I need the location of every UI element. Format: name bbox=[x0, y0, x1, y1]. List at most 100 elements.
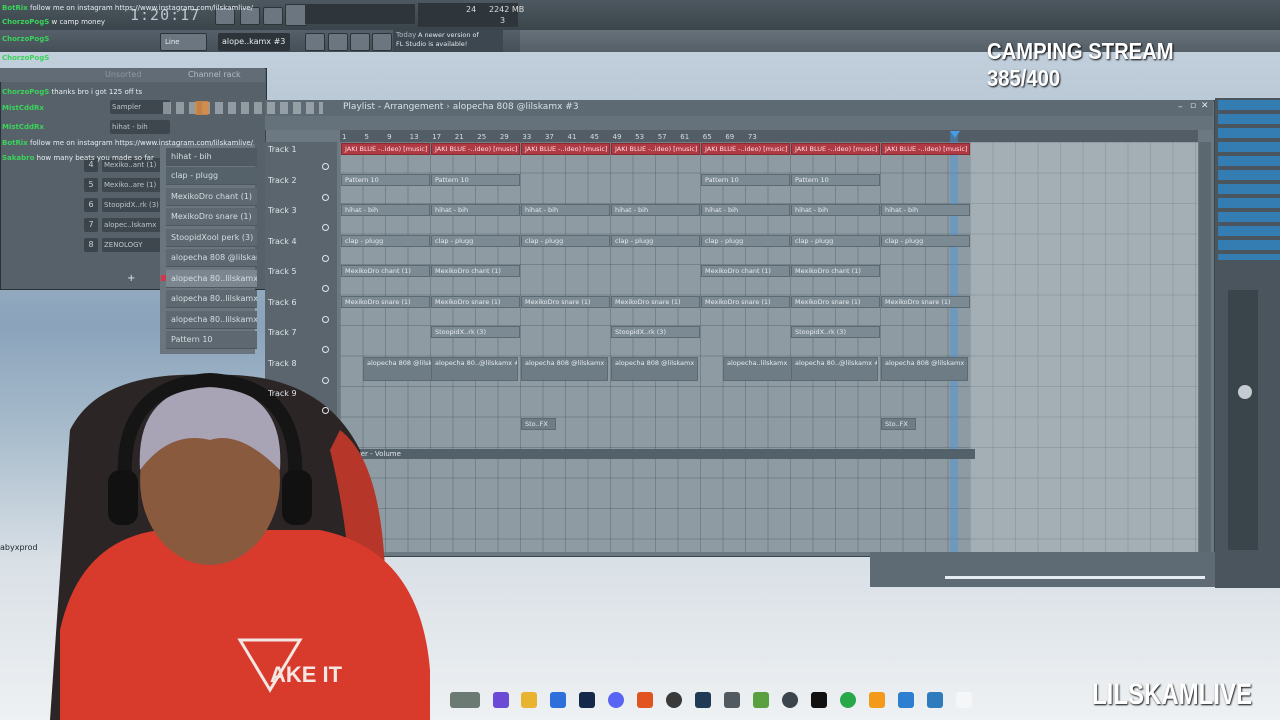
mixer-insert-strip[interactable] bbox=[1218, 100, 1280, 260]
pattern-clip[interactable]: MexikoDro chant (1) bbox=[701, 265, 790, 277]
pattern-selector[interactable]: alope..kamx #3 bbox=[218, 33, 290, 51]
audio-clip[interactable]: JAKI BLUE -..ideo) [music] bbox=[521, 143, 610, 155]
magnet-icon[interactable] bbox=[195, 101, 209, 115]
channel-row[interactable]: Sampler bbox=[40, 100, 170, 116]
track-mute-icon[interactable] bbox=[322, 315, 329, 323]
channel-row[interactable]: 7 alopec..lskamx bbox=[40, 218, 162, 234]
timeline-ruler[interactable] bbox=[340, 130, 1198, 142]
pattern-song-toggle[interactable] bbox=[285, 4, 307, 26]
pattern-clip[interactable]: MexikoDro snare (1) bbox=[881, 295, 970, 308]
pattern-clip[interactable]: MexikoDro chant (1) bbox=[341, 265, 430, 277]
notepad-icon[interactable] bbox=[898, 692, 914, 708]
snap-select[interactable]: Line bbox=[160, 33, 207, 51]
folder-icon[interactable] bbox=[521, 692, 537, 708]
pattern-clip[interactable]: MexikoDro snare (1) bbox=[791, 295, 880, 308]
pattern-clip[interactable]: Pattern 10 bbox=[701, 173, 790, 186]
channel-name[interactable]: Mexiko..are (1) bbox=[102, 178, 162, 192]
obs-icon[interactable] bbox=[666, 692, 682, 708]
brave-icon[interactable] bbox=[637, 692, 653, 708]
pattern-clip[interactable]: Sto..FX bbox=[521, 417, 556, 430]
tool-button-4[interactable] bbox=[372, 33, 392, 51]
mixer-knob-icon[interactable] bbox=[1238, 385, 1252, 399]
pattern-clip[interactable]: hihat - bih bbox=[611, 204, 700, 216]
track-name[interactable]: Track 3 bbox=[268, 206, 297, 215]
track-name[interactable]: Track 9 bbox=[268, 389, 297, 398]
app-icon-10[interactable] bbox=[753, 692, 769, 708]
audio-clip[interactable]: JAKI BLUE -..ideo) [music] bbox=[341, 143, 430, 155]
pattern-clip[interactable]: hihat - bih bbox=[791, 204, 880, 216]
photoshop-icon[interactable] bbox=[579, 692, 595, 708]
pattern-clip[interactable]: Pattern 10 bbox=[341, 173, 430, 186]
track-name[interactable]: Track 2 bbox=[268, 176, 297, 185]
copilot-icon[interactable] bbox=[493, 692, 509, 708]
picker-item[interactable]: alopecha 80..lilskamx #4 bbox=[166, 311, 257, 329]
audio-clip[interactable]: JAKI BLUE -..ideo) [music] bbox=[701, 143, 790, 155]
track-mute-icon[interactable] bbox=[322, 346, 329, 353]
mixer-scroll[interactable] bbox=[945, 576, 1205, 579]
pattern-clip[interactable]: MexikoDro chant (1) bbox=[431, 265, 520, 277]
file-icon[interactable] bbox=[956, 692, 972, 708]
picker-item[interactable]: alopecha 80..lilskamx #2 bbox=[166, 290, 257, 308]
channel-name[interactable]: alopec..lskamx bbox=[102, 218, 162, 232]
pattern-clip[interactable]: Sto..FX bbox=[881, 417, 916, 430]
track-name[interactable]: Track 4 bbox=[268, 237, 297, 246]
discord-icon[interactable] bbox=[608, 692, 624, 708]
channel-name[interactable]: hihat - bih bbox=[110, 120, 170, 134]
tool-button-1[interactable] bbox=[305, 33, 325, 51]
pattern-clip[interactable]: MexikoDro snare (1) bbox=[611, 295, 700, 308]
pattern-clip[interactable]: clap - plugg bbox=[611, 234, 700, 247]
app-icon-13[interactable] bbox=[840, 692, 856, 708]
pattern-clip[interactable]: clap - plugg bbox=[431, 234, 520, 247]
channel-row[interactable]: 6 StoopidX..rk (3) bbox=[40, 198, 162, 214]
track-name[interactable]: Track 7 bbox=[268, 328, 297, 337]
track-mute-icon[interactable] bbox=[322, 285, 329, 292]
fl-studio-icon[interactable] bbox=[869, 692, 885, 708]
pattern-clip[interactable]: clap - plugg bbox=[701, 234, 790, 247]
channel-number[interactable]: 7 bbox=[84, 218, 98, 232]
pattern-clip[interactable]: clap - plugg bbox=[881, 234, 970, 247]
playhead[interactable] bbox=[950, 132, 958, 552]
picker-item-selected[interactable]: alopecha 80..lilskamx #3 bbox=[166, 270, 257, 288]
audio-clip[interactable]: JAKI BLUE -..ideo) [music] bbox=[881, 143, 970, 155]
picker-item[interactable]: StoopidXool perk (3) bbox=[166, 229, 257, 247]
channel-rack-filter[interactable]: Unsorted bbox=[105, 70, 141, 79]
picker-item[interactable]: Pattern 10 bbox=[166, 331, 257, 349]
picker-item[interactable]: clap - plugg bbox=[166, 167, 257, 185]
playlist-scrollbar[interactable] bbox=[1199, 142, 1211, 552]
picker-item[interactable]: alopecha 808 @lilskamx bbox=[166, 249, 257, 267]
add-channel-icon[interactable]: + bbox=[127, 273, 135, 284]
picker-item[interactable]: MexikoDro snare (1) bbox=[166, 208, 257, 226]
pattern-clip[interactable]: MexikoDro chant (1) bbox=[791, 265, 880, 277]
pattern-clip[interactable]: hihat - bih bbox=[431, 204, 520, 216]
track-name[interactable]: Track 1 bbox=[268, 145, 297, 154]
channel-number[interactable]: 6 bbox=[84, 198, 98, 212]
channel-number[interactable]: 5 bbox=[84, 178, 98, 192]
maximize-icon[interactable]: ▫ bbox=[1190, 101, 1196, 111]
tempo-display[interactable] bbox=[305, 4, 415, 24]
pattern-clip[interactable]: StoopidX..rk (3) bbox=[611, 326, 700, 338]
channel-row[interactable]: 8 ZENOLOGY bbox=[40, 238, 162, 254]
mixer-fader[interactable] bbox=[1228, 290, 1258, 550]
pattern-clip[interactable]: alopecha 80..@lilskamx #2 bbox=[791, 356, 878, 381]
pattern-clip[interactable]: alopecha 80..@lilskamx #2 bbox=[431, 356, 518, 381]
track-mute-icon[interactable] bbox=[322, 376, 329, 384]
pattern-clip[interactable]: clap - plugg bbox=[521, 234, 610, 247]
pattern-clip[interactable]: hihat - bih bbox=[341, 204, 430, 216]
pattern-clip[interactable]: Pattern 10 bbox=[431, 173, 520, 186]
track-name[interactable]: Track 5 bbox=[268, 267, 297, 276]
playlist-tool-icons[interactable] bbox=[163, 102, 323, 114]
pattern-clip[interactable]: Pattern 10 bbox=[791, 173, 880, 186]
channel-rack-header[interactable]: Unsorted Channel rack bbox=[0, 68, 265, 82]
channel-row[interactable]: 5 Mexiko..are (1) bbox=[40, 178, 162, 194]
pattern-clip[interactable]: MexikoDro snare (1) bbox=[431, 295, 520, 308]
track-name[interactable]: Track 8 bbox=[268, 359, 297, 368]
photos-icon[interactable] bbox=[927, 692, 943, 708]
4k-icon[interactable] bbox=[782, 692, 798, 708]
pattern-clip[interactable]: MexikoDro snare (1) bbox=[341, 295, 430, 308]
track-mute-icon[interactable] bbox=[322, 254, 329, 262]
channel-row[interactable]: hihat - bih bbox=[40, 120, 170, 136]
capcut-icon[interactable] bbox=[811, 692, 827, 708]
audio-clip[interactable]: JAKI BLUE -..ideo) [music] bbox=[611, 143, 700, 155]
pattern-clip[interactable]: MexikoDro snare (1) bbox=[701, 295, 790, 308]
picker-item[interactable]: hihat - bih bbox=[166, 148, 257, 166]
